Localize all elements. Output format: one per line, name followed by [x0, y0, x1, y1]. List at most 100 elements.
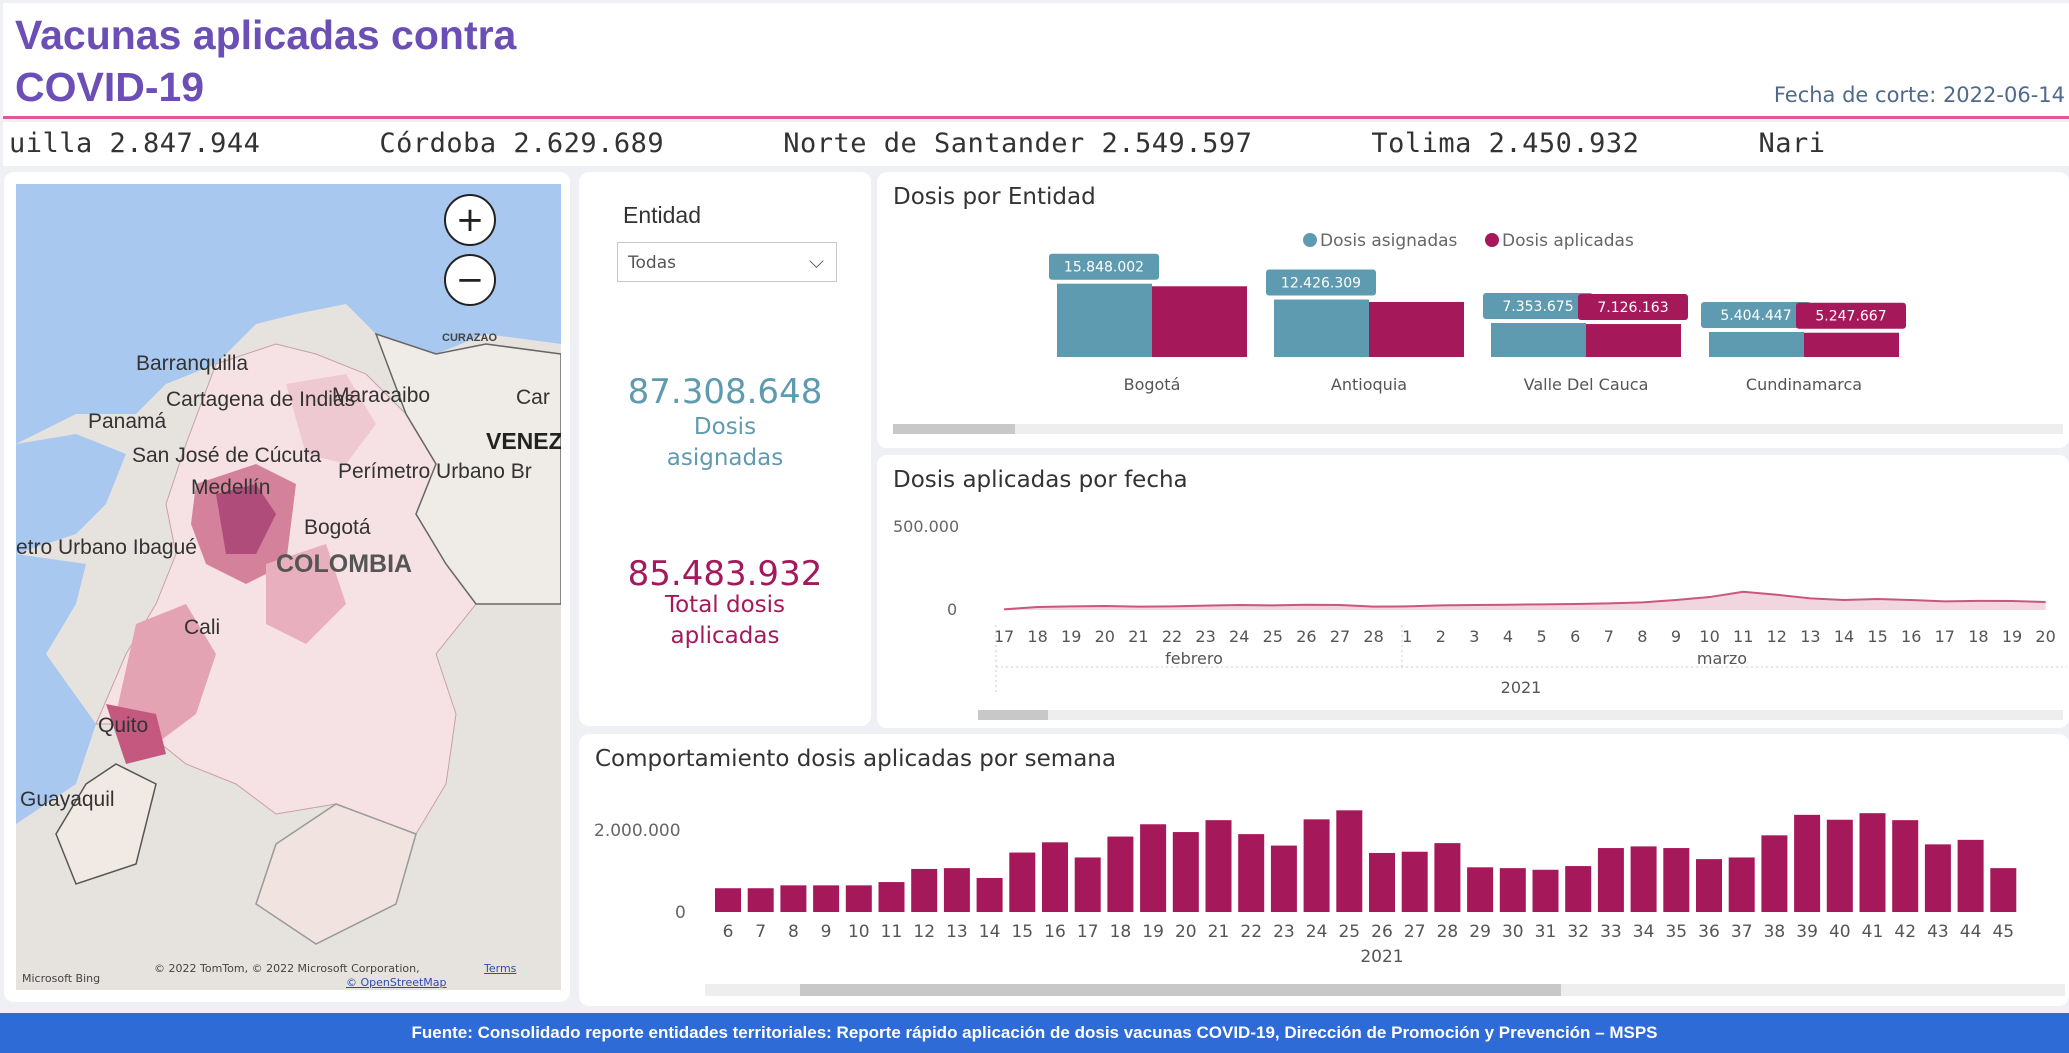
week-bar	[813, 885, 840, 912]
x-tick-label: 3	[1469, 627, 1479, 646]
x-axis-label: 2021	[1360, 947, 1403, 967]
x-tick-label: 15	[1011, 922, 1033, 942]
department-ticker: uilla 2.847.944 Córdoba 2.629.689 Norte …	[3, 122, 2069, 166]
map-label-ibague: etro Urbano Ibagué	[16, 536, 197, 559]
week-bar	[1074, 857, 1101, 912]
x-tick-label: 15	[1867, 627, 1887, 646]
x-tick-label: 44	[1960, 922, 1982, 942]
x-tick-label: 36	[1698, 922, 1720, 942]
zoom-in-button[interactable]: +	[444, 194, 496, 246]
map-card: + − CURAZAO Barranquilla Cartagena de In…	[4, 172, 570, 1002]
x-tick-label: 7	[1604, 627, 1614, 646]
week-bar	[1826, 819, 1853, 912]
week-bar	[1532, 869, 1559, 912]
entity-dropdown[interactable]: Todas ⌵	[617, 242, 837, 282]
source-footer: Fuente: Consolidado reporte entidades te…	[0, 1013, 2069, 1053]
scrollbar-thumb	[800, 984, 1561, 996]
week-bar	[911, 868, 938, 912]
map-label-bogota: Bogotá	[304, 516, 371, 539]
entity-filter-label: Entidad	[623, 202, 702, 228]
x-tick-label: 26	[1371, 922, 1393, 942]
week-bar	[715, 888, 741, 912]
x-tick-label: 14	[979, 922, 1001, 942]
map-label-curazao: CURAZAO	[442, 332, 497, 344]
kpi-card: Entidad Todas ⌵ 87.308.648 Dosis asignad…	[579, 172, 871, 726]
week-bar	[878, 882, 905, 912]
scrollbar-thumb	[893, 424, 1015, 434]
kpi-asignadas-value: 87.308.648	[627, 372, 823, 412]
x-tick-label: 21	[1208, 922, 1230, 942]
minus-icon: −	[455, 260, 485, 300]
category-label: Valle Del Cauca	[1524, 375, 1649, 394]
week-bar	[1892, 820, 1919, 912]
week-bar	[1761, 835, 1788, 912]
osm-link[interactable]: © OpenStreetMap	[346, 976, 447, 989]
x-tick-label: 14	[1834, 627, 1854, 646]
x-tick-label: 45	[1992, 922, 2014, 942]
x-tick-label: 37	[1731, 922, 1753, 942]
week-bar	[1401, 851, 1428, 912]
zoom-out-button[interactable]: −	[444, 254, 496, 306]
map-label-perimetro: Perímetro Urbano Br	[338, 460, 532, 483]
x-tick-label: 26	[1296, 627, 1316, 646]
x-tick-label: 41	[1862, 922, 1884, 942]
week-bar	[1303, 819, 1330, 912]
legend-marker	[1303, 233, 1317, 247]
legend-label: Dosis aplicadas	[1502, 231, 1634, 251]
terms-link[interactable]: Terms	[484, 962, 516, 975]
x-tick-label: 20	[1095, 627, 1115, 646]
x-tick-label: 27	[1404, 922, 1426, 942]
week-bar	[1009, 852, 1036, 912]
x-tick-label: 24	[1229, 627, 1249, 646]
x-tick-label: 38	[1764, 922, 1786, 942]
map-label-panama: Panamá	[88, 410, 167, 433]
x-tick-label: 13	[946, 922, 968, 942]
category-label: Cundinamarca	[1746, 375, 1862, 394]
ticker-item: Tolima 2.450.932	[1371, 128, 1640, 159]
weekly-chart-card: Comportamiento dosis aplicadas por seman…	[579, 734, 2069, 1006]
x-tick-label: 20	[2035, 627, 2055, 646]
entity-chart-card: Dosis por Entidad Dosis asignadas Dosis a…	[877, 172, 2069, 448]
x-tick-label: 29	[1469, 922, 1491, 942]
x-tick-label: 12	[1767, 627, 1787, 646]
year-label: 2021	[1501, 678, 1542, 697]
page-title: Vacunas aplicadas contra COVID-19	[15, 12, 517, 110]
dashboard: Vacunas aplicadas contra COVID-19 Fecha …	[0, 0, 2069, 1053]
week-bar	[1696, 859, 1722, 912]
week-bar	[780, 885, 807, 912]
colombia-map[interactable]: + − CURAZAO Barranquilla Cartagena de In…	[16, 184, 561, 990]
map-label-guayaquil: Guayaquil	[20, 788, 115, 811]
legend-marker	[1485, 233, 1499, 247]
y-tick-label: 0	[947, 600, 957, 619]
x-tick-label: 18	[1968, 627, 1988, 646]
x-tick-label: 34	[1633, 922, 1655, 942]
bing-logo: Microsoft Bing	[22, 972, 101, 985]
x-tick-label: 16	[1044, 922, 1066, 942]
map-label-colombia: COLOMBIA	[276, 550, 413, 578]
scrollbar-track	[893, 424, 2063, 434]
x-tick-label: 23	[1195, 627, 1215, 646]
week-bar	[1630, 846, 1657, 912]
data-label: 7.126.163	[1597, 300, 1668, 316]
x-tick-label: 5	[1537, 627, 1547, 646]
y-tick-label: 500.000	[893, 517, 959, 536]
week-bar	[1990, 868, 2017, 912]
week-bar	[747, 888, 774, 912]
x-tick-label: 11	[1733, 627, 1753, 646]
x-tick-label: 9	[1671, 627, 1681, 646]
week-bar	[1499, 868, 1526, 912]
week-bar	[1238, 834, 1265, 912]
x-tick-label: 20	[1175, 922, 1197, 942]
x-tick-label: 42	[1894, 922, 1916, 942]
bar-asignadas	[1274, 299, 1369, 357]
data-label: 15.848.002	[1064, 260, 1144, 276]
week-bar	[1434, 843, 1461, 912]
x-tick-label: 17	[994, 627, 1014, 646]
week-bar	[1467, 867, 1494, 912]
x-tick-label: 19	[1142, 922, 1164, 942]
data-label: 12.426.309	[1281, 276, 1361, 292]
map-label-quito: Quito	[98, 714, 149, 737]
x-tick-label: 17	[1077, 922, 1099, 942]
week-bar	[1794, 814, 1821, 912]
week-bar	[1107, 836, 1134, 912]
